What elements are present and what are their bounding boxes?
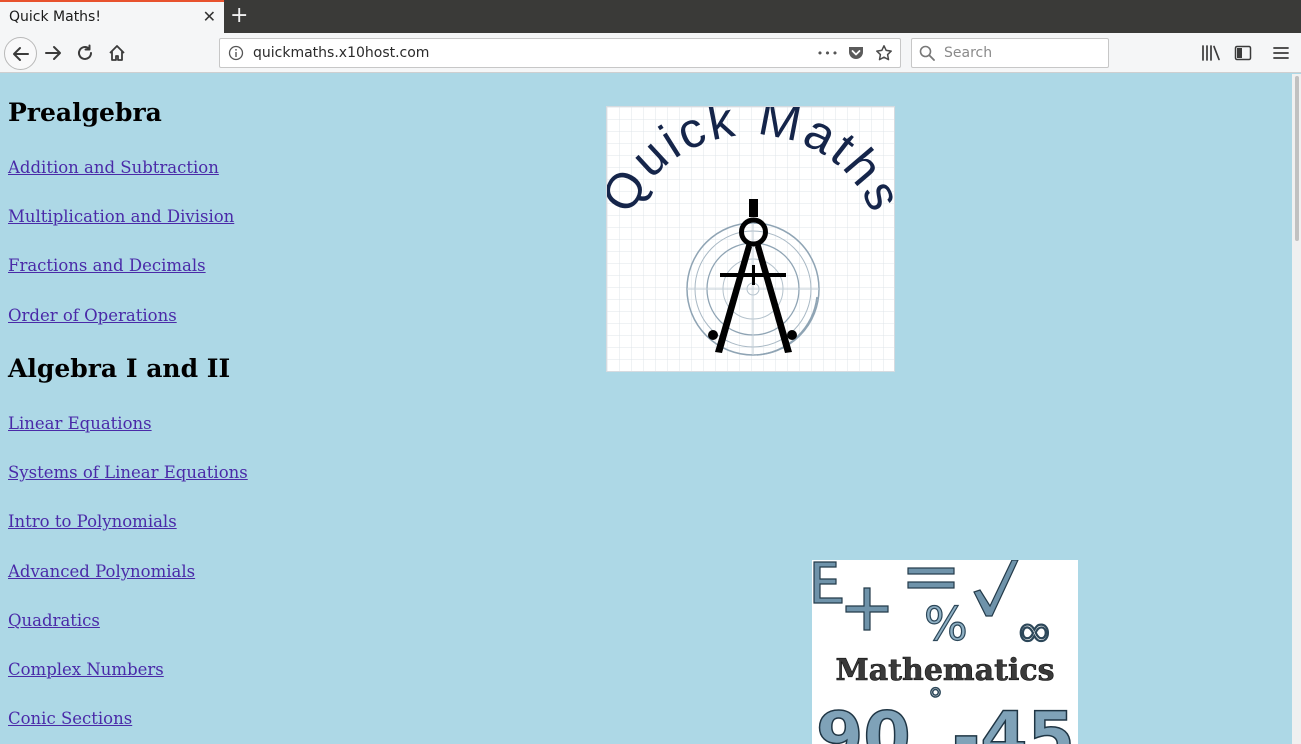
- link-complex-numbers[interactable]: Complex Numbers: [8, 660, 164, 679]
- url-text[interactable]: quickmaths.x10host.com: [253, 45, 429, 61]
- reload-button[interactable]: [70, 38, 100, 68]
- back-button[interactable]: [4, 37, 37, 70]
- link-quadratics[interactable]: Quadratics: [8, 611, 100, 630]
- forward-arrow-icon: [45, 46, 61, 60]
- scrollbar-thumb[interactable]: [1295, 76, 1299, 241]
- sidebar-icon: [1234, 45, 1252, 61]
- minus-forty-five-number: -45: [952, 698, 1075, 744]
- new-tab-button[interactable]: +: [230, 4, 248, 28]
- home-button[interactable]: [102, 38, 132, 68]
- library-icon: [1202, 45, 1220, 61]
- link-linear-equations[interactable]: Linear Equations: [8, 414, 152, 433]
- section-title-algebra: Algebra I and II: [8, 354, 231, 383]
- percent-symbol: %: [924, 597, 968, 651]
- search-placeholder: Search: [944, 45, 993, 61]
- link-fractions-decimals[interactable]: Fractions and Decimals: [8, 256, 206, 275]
- tab-strip: Quick Maths! ✕ +: [0, 0, 1301, 33]
- search-box[interactable]: Search: [911, 38, 1109, 68]
- site-info-icon[interactable]: [228, 45, 244, 65]
- page-actions-icon[interactable]: •••: [817, 43, 838, 63]
- link-advanced-polynomials[interactable]: Advanced Polynomials: [8, 562, 195, 581]
- link-addition-subtraction[interactable]: Addition and Subtraction: [8, 158, 219, 177]
- search-icon: [919, 45, 935, 65]
- close-tab-icon[interactable]: ✕: [203, 7, 216, 27]
- reload-icon: [78, 44, 92, 60]
- sidebar-button[interactable]: [1232, 42, 1254, 64]
- link-conic-sections[interactable]: Conic Sections: [8, 709, 132, 728]
- section-title-prealgebra: Prealgebra: [8, 98, 162, 127]
- link-multiplication-division[interactable]: Multiplication and Division: [8, 207, 234, 226]
- bookmark-star-icon[interactable]: [874, 43, 894, 63]
- menu-button[interactable]: [1270, 42, 1292, 64]
- infinity-symbol: ∞: [1016, 606, 1053, 657]
- library-button[interactable]: [1200, 42, 1222, 64]
- forward-button[interactable]: [38, 38, 68, 68]
- tab-title: Quick Maths!: [9, 9, 101, 25]
- address-bar[interactable]: quickmaths.x10host.com •••: [219, 38, 901, 68]
- home-icon: [109, 45, 125, 61]
- quick-maths-logo: Quick Maths: [590, 89, 911, 372]
- back-arrow-icon: [12, 46, 29, 61]
- mathematics-word: Mathematics: [836, 653, 1055, 688]
- hamburger-menu-icon: [1273, 47, 1289, 59]
- tab-active[interactable]: Quick Maths! ✕: [0, 0, 224, 33]
- page-scrollbar[interactable]: [1292, 74, 1301, 744]
- link-order-of-operations[interactable]: Order of Operations: [8, 306, 177, 325]
- pocket-icon[interactable]: [846, 43, 866, 63]
- link-intro-polynomials[interactable]: Intro to Polynomials: [8, 512, 177, 531]
- mathematics-image: % ∞ Mathematics 90 ° -45: [812, 559, 1078, 744]
- degree-symbol: °: [928, 683, 943, 718]
- ninety-number: 90: [816, 698, 911, 744]
- link-systems-linear-equations[interactable]: Systems of Linear Equations: [8, 463, 248, 482]
- page-content: Prealgebra Addition and Subtraction Mult…: [0, 74, 1292, 744]
- navigation-toolbar: quickmaths.x10host.com ••• Search: [0, 33, 1301, 73]
